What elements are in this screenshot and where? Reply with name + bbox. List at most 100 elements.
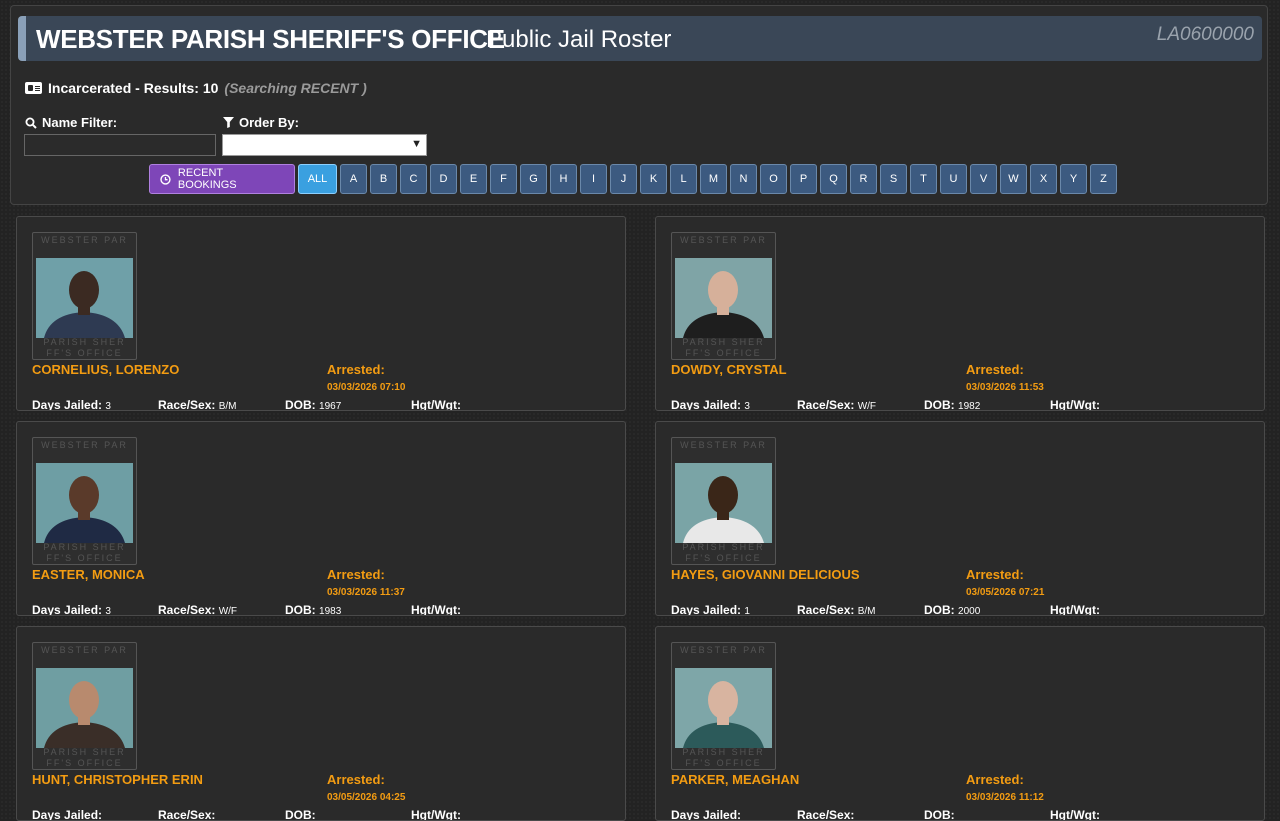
letter-button-q[interactable]: Q (820, 164, 847, 194)
days-jailed: Days Jailed: 3 (671, 398, 750, 411)
inmate-name[interactable]: DOWDY, CRYSTAL (671, 362, 787, 377)
days-jailed: Days Jailed: 3 (32, 603, 111, 616)
page-header: WEBSTER PARISH SHERIFF'S OFFICE Public J… (18, 16, 1262, 61)
letter-button-f[interactable]: F (490, 164, 517, 194)
name-filter-label: Name Filter: (25, 115, 117, 130)
search-panel: WEBSTER PARISH SHERIFF'S OFFICE Public J… (10, 5, 1268, 205)
height-weight: Hgt/Wgt: (1050, 398, 1100, 411)
mugshot-image (675, 463, 772, 543)
mugshot-photo[interactable]: WEBSTER PAR PARISH SHER FF'S OFFICE (671, 642, 776, 770)
mugshot-photo[interactable]: WEBSTER PAR PARISH SHER FF'S OFFICE (671, 437, 776, 565)
race-sex: Race/Sex: (158, 808, 216, 821)
mugshot-photo[interactable]: WEBSTER PAR PARISH SHER FF'S OFFICE (32, 232, 137, 360)
arrested-label: Arrested: (327, 362, 385, 377)
days-jailed: Days Jailed: (32, 808, 103, 821)
inmate-card[interactable]: WEBSTER PAR PARISH SHER FF'S OFFICE HUNT… (16, 626, 626, 821)
arrested-date: 03/03/2026 11:37 (327, 587, 405, 598)
arrested-label: Arrested: (327, 567, 385, 582)
letter-button-y[interactable]: Y (1060, 164, 1087, 194)
letter-all-button[interactable]: ALL (298, 164, 337, 194)
letter-button-l[interactable]: L (670, 164, 697, 194)
inmate-name[interactable]: HUNT, CHRISTOPHER ERIN (32, 772, 203, 787)
chevron-down-icon: ▼ (411, 138, 422, 150)
letter-button-a[interactable]: A (340, 164, 367, 194)
inmate-card[interactable]: WEBSTER PAR PARISH SHER FF'S OFFICE PARK… (655, 626, 1265, 821)
arrested-date: 03/03/2026 11:12 (966, 792, 1044, 803)
results-count: Incarcerated - Results: 10 (48, 80, 219, 96)
arrested-date: 03/03/2026 07:10 (327, 382, 406, 393)
inmate-card[interactable]: WEBSTER PAR PARISH SHER FF'S OFFICE EAST… (16, 421, 626, 616)
letter-button-r[interactable]: R (850, 164, 877, 194)
letter-buttons: ABCDEFGHIJKLMNOPQRSTUVWXYZ (340, 164, 1117, 194)
height-weight: Hgt/Wgt: (1050, 808, 1100, 821)
inmate-name[interactable]: PARKER, MEAGHAN (671, 772, 799, 787)
letter-button-c[interactable]: C (400, 164, 427, 194)
letter-button-d[interactable]: D (430, 164, 457, 194)
arrested-date: 03/03/2026 11:53 (966, 382, 1044, 393)
letter-button-m[interactable]: M (700, 164, 727, 194)
letter-button-p[interactable]: P (790, 164, 817, 194)
letter-button-b[interactable]: B (370, 164, 397, 194)
dob: DOB: 2000 (924, 603, 981, 616)
letter-button-w[interactable]: W (1000, 164, 1027, 194)
order-by-select[interactable]: ▼ (222, 134, 427, 156)
clock-icon (160, 173, 171, 185)
race-sex: Race/Sex: W/F (158, 603, 238, 616)
recent-bookings-button[interactable]: RECENT BOOKINGS (149, 164, 295, 194)
letter-button-s[interactable]: S (880, 164, 907, 194)
inmate-name[interactable]: HAYES, GIOVANNI DELICIOUS (671, 567, 860, 582)
mugshot-image (36, 258, 133, 338)
letter-button-z[interactable]: Z (1090, 164, 1117, 194)
letter-button-j[interactable]: J (610, 164, 637, 194)
page-title: WEBSTER PARISH SHERIFF'S OFFICE (36, 24, 505, 54)
mugshot-image (36, 668, 133, 748)
mugshot-image (675, 258, 772, 338)
letter-button-h[interactable]: H (550, 164, 577, 194)
name-filter-input[interactable] (24, 134, 216, 156)
arrested-label: Arrested: (327, 772, 385, 787)
agency-code: LA0600000 (1156, 24, 1254, 45)
letter-button-e[interactable]: E (460, 164, 487, 194)
dob: DOB: (285, 808, 316, 821)
inmate-card[interactable]: WEBSTER PAR PARISH SHER FF'S OFFICE DOWD… (655, 216, 1265, 411)
page-subtitle: Public Jail Roster (486, 26, 672, 53)
height-weight: Hgt/Wgt: (411, 808, 461, 821)
letter-button-i[interactable]: I (580, 164, 607, 194)
mugshot-photo[interactable]: WEBSTER PAR PARISH SHER FF'S OFFICE (32, 642, 137, 770)
letter-button-o[interactable]: O (760, 164, 787, 194)
inmate-name[interactable]: EASTER, MONICA (32, 567, 145, 582)
letter-button-g[interactable]: G (520, 164, 547, 194)
dob: DOB: 1982 (924, 398, 981, 411)
days-jailed: Days Jailed: (671, 808, 742, 821)
mugshot-photo[interactable]: WEBSTER PAR PARISH SHER FF'S OFFICE (32, 437, 137, 565)
race-sex: Race/Sex: B/M (158, 398, 237, 411)
height-weight: Hgt/Wgt: (1050, 603, 1100, 616)
letter-button-u[interactable]: U (940, 164, 967, 194)
height-weight: Hgt/Wgt: (411, 603, 461, 616)
letter-button-t[interactable]: T (910, 164, 937, 194)
inmate-card[interactable]: WEBSTER PAR PARISH SHER FF'S OFFICE HAYE… (655, 421, 1265, 616)
height-weight: Hgt/Wgt: (411, 398, 461, 411)
inmate-card[interactable]: WEBSTER PAR PARISH SHER FF'S OFFICE CORN… (16, 216, 626, 411)
letter-button-x[interactable]: X (1030, 164, 1057, 194)
days-jailed: Days Jailed: 1 (671, 603, 750, 616)
days-jailed: Days Jailed: 3 (32, 398, 111, 411)
race-sex: Race/Sex: (797, 808, 855, 821)
race-sex: Race/Sex: W/F (797, 398, 877, 411)
letter-button-v[interactable]: V (970, 164, 997, 194)
id-card-icon (25, 82, 42, 94)
dob: DOB: 1983 (285, 603, 342, 616)
mugshot-image (36, 463, 133, 543)
mugshot-photo[interactable]: WEBSTER PAR PARISH SHER FF'S OFFICE (671, 232, 776, 360)
search-mode: (Searching RECENT ) (224, 80, 367, 96)
letter-button-k[interactable]: K (640, 164, 667, 194)
letter-button-n[interactable]: N (730, 164, 757, 194)
race-sex: Race/Sex: B/M (797, 603, 876, 616)
inmate-name[interactable]: CORNELIUS, LORENZO (32, 362, 179, 377)
dob: DOB: 1967 (285, 398, 342, 411)
mugshot-image (675, 668, 772, 748)
arrested-label: Arrested: (966, 772, 1024, 787)
arrested-date: 03/05/2026 07:21 (966, 587, 1045, 598)
results-summary: Incarcerated - Results: 10 (Searching RE… (25, 80, 367, 96)
arrested-label: Arrested: (966, 362, 1024, 377)
